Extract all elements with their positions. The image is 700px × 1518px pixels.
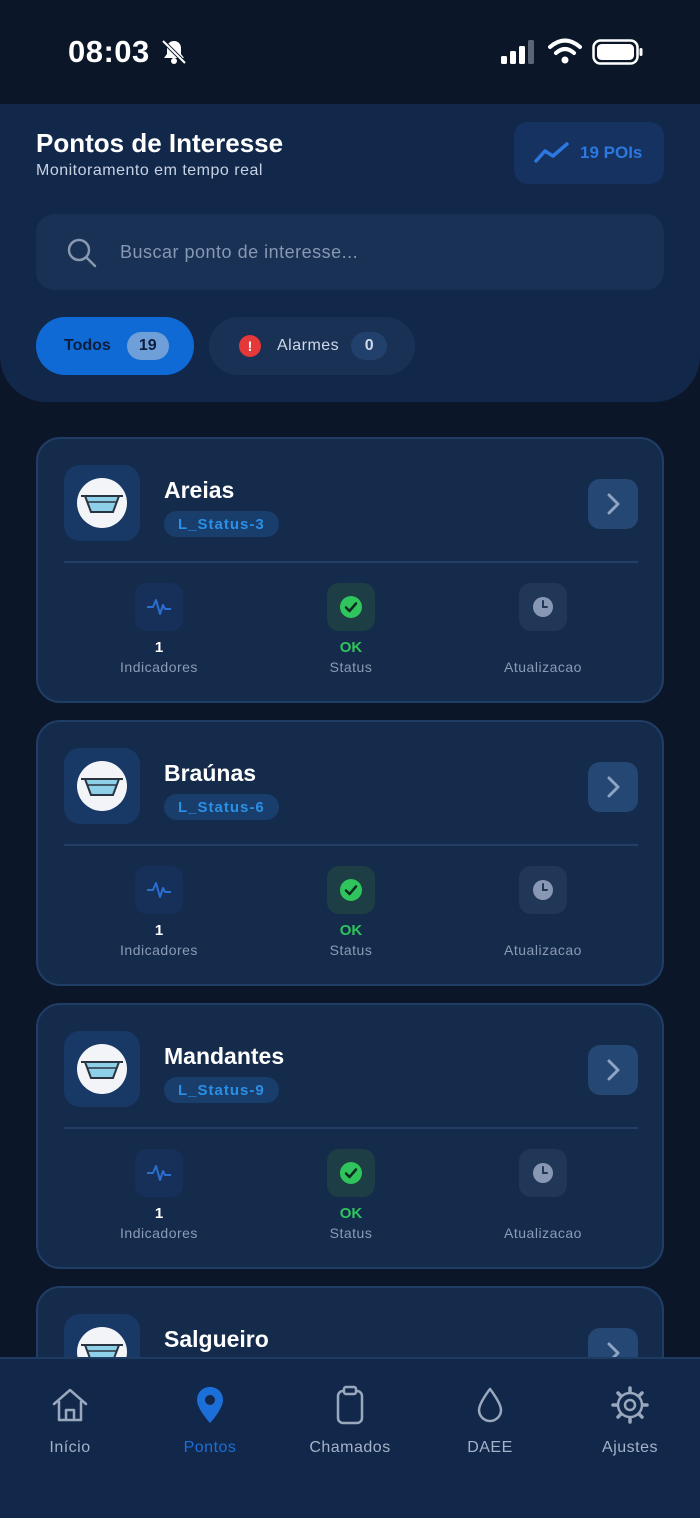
nav-item-daee[interactable]: DAEE (420, 1385, 560, 1465)
stat-status: OK Status (271, 866, 431, 966)
poi-tag: L_Status-6 (164, 794, 279, 820)
indicators-value: 1 (154, 1205, 164, 1222)
poi-thumbnail (64, 748, 140, 824)
nav-item-inicio[interactable]: Início (0, 1385, 140, 1465)
poi-name: Salgueiro (164, 1326, 269, 1352)
stat-update: Atualizacao (463, 866, 623, 966)
status-value: OK (339, 639, 363, 656)
clock-icon (519, 583, 567, 631)
status-label: Status (329, 1225, 373, 1241)
status-value: OK (339, 1205, 363, 1222)
poi-name: Braúnas (164, 760, 257, 786)
stat-status: OK Status (271, 583, 431, 683)
battery-icon (592, 39, 643, 65)
search-icon (67, 238, 97, 268)
poi-count-label: 19 POIs (580, 143, 643, 162)
card-divider (64, 1127, 638, 1129)
gear-icon (611, 1386, 649, 1424)
status-label: Status (329, 942, 373, 958)
filter-chip-all[interactable]: Todos 19 (36, 317, 194, 375)
update-label: Atualizacao (504, 942, 582, 958)
update-label: Atualizacao (504, 659, 582, 675)
open-details-button[interactable] (588, 479, 638, 529)
poi-thumbnail (64, 1031, 140, 1107)
nav-item-chamados[interactable]: Chamados (280, 1385, 420, 1465)
poi-thumbnail (64, 465, 140, 541)
check-circle-icon (327, 866, 375, 914)
reservoir-icon (77, 761, 127, 811)
chevron-right-icon (607, 776, 620, 798)
stat-indicators: 1 Indicadores (79, 1149, 239, 1249)
status-value: OK (339, 922, 363, 939)
bottom-nav: Início Pontos Chamados DAEE Ajustes (0, 1357, 700, 1518)
reservoir-icon (77, 1044, 127, 1094)
open-details-button[interactable] (588, 762, 638, 812)
open-details-button[interactable] (588, 1045, 638, 1095)
nav-label: DAEE (467, 1439, 513, 1456)
card-divider (64, 561, 638, 563)
map-pin-icon (197, 1387, 223, 1423)
stat-update: Atualizacao (463, 583, 623, 683)
search-input[interactable] (120, 214, 640, 290)
filter-chip-alarms[interactable]: ! Alarmes 0 (209, 317, 415, 375)
search-bar (36, 214, 664, 290)
header-panel: Pontos de Interesse Monitoramento em tem… (0, 104, 700, 402)
clock-icon (519, 1149, 567, 1197)
alert-icon: ! (239, 335, 261, 357)
status-bar: 08:03 (0, 0, 700, 104)
indicators-value: 1 (154, 639, 164, 656)
indicators-label: Indicadores (120, 1225, 198, 1241)
pulse-icon (135, 1149, 183, 1197)
chevron-right-icon (607, 493, 620, 515)
poi-card[interactable]: Braúnas L_Status-6 1 Indicadores OK Stat… (36, 720, 664, 986)
status-label: Status (329, 659, 373, 675)
filter-alarms-count: 0 (351, 332, 388, 360)
stat-indicators: 1 Indicadores (79, 583, 239, 683)
stat-indicators: 1 Indicadores (79, 866, 239, 966)
poi-card[interactable]: Areias L_Status-3 1 Indicadores OK Statu… (36, 437, 664, 703)
indicators-label: Indicadores (120, 942, 198, 958)
stat-status: OK Status (271, 1149, 431, 1249)
update-label: Atualizacao (504, 1225, 582, 1241)
stat-update: Atualizacao (463, 1149, 623, 1249)
filter-all-count: 19 (126, 332, 169, 360)
page-title: Pontos de Interesse (36, 128, 284, 158)
nav-item-pontos[interactable]: Pontos (140, 1385, 280, 1465)
wifi-icon (548, 38, 582, 64)
filter-all-label: Todos (64, 337, 111, 354)
poi-tag: L_Status-9 (164, 1077, 279, 1103)
status-time: 08:03 (68, 34, 150, 69)
check-circle-icon (327, 1149, 375, 1197)
poi-count-badge[interactable]: 19 POIs (514, 122, 664, 184)
page-subtitle: Monitoramento em tempo real (36, 162, 263, 179)
home-icon (52, 1388, 88, 1422)
pulse-icon (135, 583, 183, 631)
pulse-icon (135, 866, 183, 914)
poi-name: Areias (164, 477, 235, 503)
water-drop-icon (477, 1387, 503, 1423)
indicators-label: Indicadores (120, 659, 198, 675)
chevron-right-icon (607, 1059, 620, 1081)
bell-slash-icon (161, 39, 187, 65)
nav-item-ajustes[interactable]: Ajustes (560, 1385, 700, 1465)
reservoir-icon (77, 478, 127, 528)
clock-icon (519, 866, 567, 914)
nav-label: Pontos (183, 1439, 237, 1456)
poi-name: Mandantes (164, 1043, 285, 1069)
check-circle-icon (327, 583, 375, 631)
poi-tag: L_Status-3 (164, 511, 279, 537)
nav-label: Início (49, 1439, 91, 1456)
clipboard-icon (336, 1385, 364, 1425)
card-divider (64, 844, 638, 846)
filter-alarms-label: Alarmes (277, 337, 340, 354)
trend-chart-icon (534, 142, 569, 163)
nav-label: Chamados (309, 1439, 391, 1456)
poi-card[interactable]: Mandantes L_Status-9 1 Indicadores OK St… (36, 1003, 664, 1269)
nav-label: Ajustes (602, 1439, 658, 1456)
indicators-value: 1 (154, 922, 164, 939)
signal-icon (501, 40, 534, 64)
